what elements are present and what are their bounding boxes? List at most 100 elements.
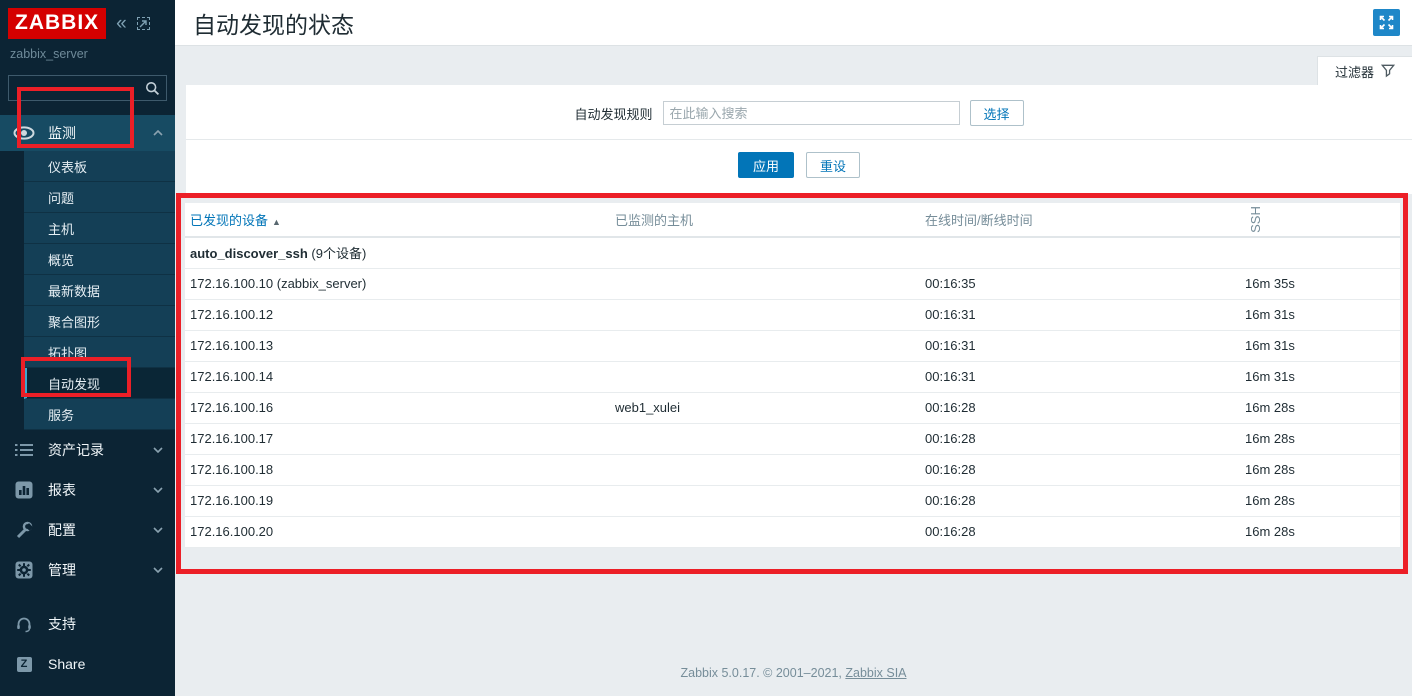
uptime-cell: 00:16:31 <box>920 330 1240 361</box>
table-row: 172.16.100.12 00:16:31 16m 31s <box>185 299 1400 330</box>
ssh-uptime-cell: 16m 28s <box>1240 392 1400 423</box>
sidebar-nav: 监测 仪表板 问题 主机 概览 最新数据 聚合图形 拓扑图 自动发现 服务 资产… <box>0 115 175 590</box>
device-cell: 172.16.100.20 <box>185 516 610 547</box>
host-cell: web1_xulei <box>610 392 920 423</box>
sidebar-item-reports[interactable]: 报表 <box>0 470 175 510</box>
uptime-cell: 00:16:28 <box>920 485 1240 516</box>
sidebar-item-support[interactable]: 支持 <box>0 604 175 644</box>
device-cell: 172.16.100.17 <box>185 423 610 454</box>
column-header-monitored-host: 已监测的主机 <box>610 203 920 237</box>
column-header-ssh: SSH <box>1245 203 1265 236</box>
wrench-icon <box>13 521 35 539</box>
uptime-cell: 00:16:31 <box>920 299 1240 330</box>
sidebar-bottom-nav: 支持 Z Share ? 帮助 <box>0 604 175 696</box>
sidebar-item-dashboard[interactable]: 仪表板 <box>24 151 175 182</box>
sidebar-item-monitoring[interactable]: 监测 <box>0 115 175 151</box>
discovery-table: 已发现的设备 ▲ 已监测的主机 在线时间/断线时间 SSH auto_discov… <box>185 203 1400 548</box>
ssh-uptime-cell: 16m 31s <box>1240 330 1400 361</box>
sidebar-logo-row: ZABBIX « <box>0 0 175 45</box>
page-footer: Zabbix 5.0.17. © 2001–2021, Zabbix SIA <box>175 653 1412 696</box>
host-cell <box>610 268 920 299</box>
device-cell: 172.16.100.19 <box>185 485 610 516</box>
chevron-up-icon <box>153 130 163 136</box>
sidebar: ZABBIX « zabbix_server 监测 仪表板 问题 主机 概览 最… <box>0 0 175 696</box>
sidebar-item-label: 报表 <box>48 480 140 500</box>
sidebar-item-label: 支持 <box>48 614 163 634</box>
uptime-cell: 00:16:28 <box>920 423 1240 454</box>
sidebar-collapse-icon[interactable]: « <box>116 14 127 33</box>
uptime-cell: 00:16:31 <box>920 361 1240 392</box>
filter-panel: 自动发现规则 选择 应用 重设 <box>186 85 1412 194</box>
device-cell: 172.16.100.12 <box>185 299 610 330</box>
main-area: 自动发现的状态 过滤器 自动发现规则 选择 应用 重设 已发现的设备 ▲ <box>175 0 1412 696</box>
zabbix-logo[interactable]: ZABBIX <box>8 8 106 39</box>
funnel-icon <box>1381 64 1395 78</box>
eye-icon <box>13 125 35 141</box>
headset-icon <box>13 616 35 633</box>
sidebar-item-hosts[interactable]: 主机 <box>24 213 175 244</box>
table-row: 172.16.100.16 web1_xulei 00:16:28 16m 28… <box>185 392 1400 423</box>
filter-tab-label: 过滤器 <box>1335 62 1374 81</box>
discovery-rule-input[interactable] <box>663 101 960 125</box>
footer-version-text: Zabbix 5.0.17. © 2001–2021, <box>680 666 845 680</box>
apply-button[interactable]: 应用 <box>738 152 794 178</box>
page-header: 自动发现的状态 <box>175 0 1412 46</box>
kiosk-mode-button[interactable] <box>1373 9 1400 36</box>
sidebar-search-input[interactable] <box>9 81 145 96</box>
sidebar-item-maps[interactable]: 拓扑图 <box>24 337 175 368</box>
chevron-down-icon <box>153 447 163 453</box>
chevron-down-icon <box>153 487 163 493</box>
sidebar-item-problems[interactable]: 问题 <box>24 182 175 213</box>
discovery-rule-device-count: (9个设备) <box>311 246 366 261</box>
sidebar-item-inventory[interactable]: 资产记录 <box>0 430 175 470</box>
uptime-cell: 00:16:35 <box>920 268 1240 299</box>
sort-ascending-icon: ▲ <box>272 217 281 227</box>
sidebar-item-label: 监测 <box>48 123 140 143</box>
table-row: 172.16.100.18 00:16:28 16m 28s <box>185 454 1400 485</box>
device-cell: 172.16.100.13 <box>185 330 610 361</box>
list-icon <box>13 442 35 458</box>
sidebar-item-latest-data[interactable]: 最新数据 <box>24 275 175 306</box>
discovery-rule-group-row: auto_discover_ssh (9个设备) <box>185 237 1400 268</box>
sidebar-item-label: Share <box>48 656 163 672</box>
sidebar-item-screens[interactable]: 聚合图形 <box>24 306 175 337</box>
select-button[interactable]: 选择 <box>970 100 1024 126</box>
sidebar-item-overview[interactable]: 概览 <box>24 244 175 275</box>
sidebar-search-box[interactable] <box>8 75 167 101</box>
discovery-rule-label: 自动发现规则 <box>574 104 652 123</box>
column-header-uptime: 在线时间/断线时间 <box>920 203 1240 237</box>
host-cell <box>610 516 920 547</box>
search-icon[interactable] <box>145 81 166 96</box>
expand-arrows-icon <box>1379 15 1394 30</box>
gear-icon <box>13 561 35 579</box>
bar-chart-icon <box>13 481 35 499</box>
zabbix-sia-link[interactable]: Zabbix SIA <box>845 666 906 680</box>
sidebar-item-help[interactable]: ? 帮助 <box>0 684 175 696</box>
sidebar-item-services[interactable]: 服务 <box>24 399 175 430</box>
filter-actions: 应用 重设 <box>186 152 1412 178</box>
ssh-uptime-cell: 16m 35s <box>1240 268 1400 299</box>
ssh-uptime-cell: 16m 28s <box>1240 516 1400 547</box>
sidebar-item-label: 资产记录 <box>48 440 140 460</box>
table-row: 172.16.100.17 00:16:28 16m 28s <box>185 423 1400 454</box>
sidebar-item-administration[interactable]: 管理 <box>0 550 175 590</box>
ssh-uptime-cell: 16m 28s <box>1240 423 1400 454</box>
table-row: 172.16.100.13 00:16:31 16m 31s <box>185 330 1400 361</box>
column-header-discovered-device[interactable]: 已发现的设备 <box>190 213 268 228</box>
filter-row: 自动发现规则 选择 <box>186 100 1412 126</box>
filter-divider <box>186 139 1412 140</box>
sidebar-item-label: 管理 <box>48 560 140 580</box>
filter-tab[interactable]: 过滤器 <box>1317 56 1412 85</box>
reset-button[interactable]: 重设 <box>806 152 860 178</box>
chevron-down-icon <box>153 567 163 573</box>
table-row: 172.16.100.14 00:16:31 16m 31s <box>185 361 1400 392</box>
sidebar-item-configuration[interactable]: 配置 <box>0 510 175 550</box>
uptime-cell: 00:16:28 <box>920 454 1240 485</box>
sidebar-hide-icon[interactable] <box>137 17 150 30</box>
ssh-uptime-cell: 16m 31s <box>1240 361 1400 392</box>
chevron-down-icon <box>153 527 163 533</box>
sidebar-item-discovery[interactable]: 自动发现 <box>24 368 175 399</box>
sidebar-item-share[interactable]: Z Share <box>0 644 175 684</box>
host-cell <box>610 330 920 361</box>
table-row: 172.16.100.20 00:16:28 16m 28s <box>185 516 1400 547</box>
